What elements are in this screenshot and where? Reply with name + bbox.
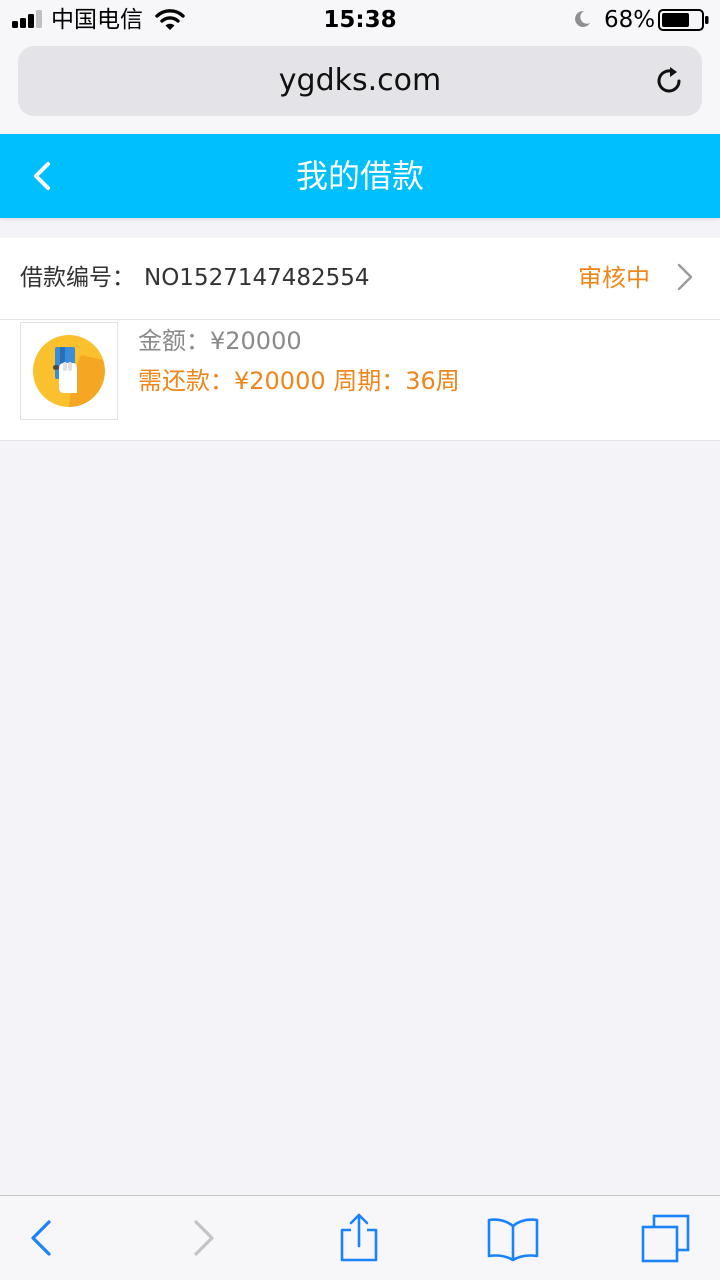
product-thumbnail: [20, 322, 118, 420]
battery-icon: [658, 9, 709, 31]
browser-chrome: ygdks.com: [0, 40, 720, 134]
reload-icon[interactable]: [652, 64, 686, 98]
loan-card-header[interactable]: 借款编号： NO1527147482554 审核中: [0, 238, 720, 320]
share-icon: [340, 1213, 378, 1262]
browser-forward-button[interactable]: [175, 1210, 231, 1266]
back-icon: [31, 1220, 51, 1256]
loan-number-label: 借款编号：: [20, 265, 135, 291]
status-bar: 中国电信 15:38 68%: [0, 0, 720, 40]
tabs-button[interactable]: [638, 1210, 694, 1266]
share-button[interactable]: [331, 1210, 387, 1266]
battery-percent: 68%: [604, 7, 656, 33]
url-text[interactable]: ygdks.com: [18, 46, 702, 116]
loan-card[interactable]: 借款编号： NO1527147482554 审核中 金额：¥20000 需还款：…: [0, 238, 720, 441]
moon-icon: [575, 10, 590, 27]
screen: 中国电信 15:38 68% ygdks.com 我的借款 借款编号： NO15…: [0, 0, 720, 1280]
tabs-icon: [641, 1214, 690, 1263]
page-title: 我的借款: [295, 157, 424, 195]
address-bar[interactable]: ygdks.com: [18, 46, 702, 116]
loan-number-value: NO1527147482554: [144, 265, 370, 291]
loan-repayment: 需还款：¥20000 周期：36周: [138, 367, 460, 395]
loan-amount: 金额：¥20000: [138, 327, 302, 355]
browser-toolbar: [0, 1195, 720, 1280]
forward-icon: [194, 1220, 214, 1256]
page-header: 我的借款: [0, 134, 720, 218]
browser-back-button[interactable]: [14, 1210, 70, 1266]
credit-card-icon: [33, 335, 105, 407]
chevron-right-icon[interactable]: [676, 262, 694, 292]
bookmarks-icon: [487, 1218, 539, 1262]
bookmarks-button[interactable]: [485, 1210, 541, 1266]
loan-status-badge: 审核中: [578, 264, 650, 292]
